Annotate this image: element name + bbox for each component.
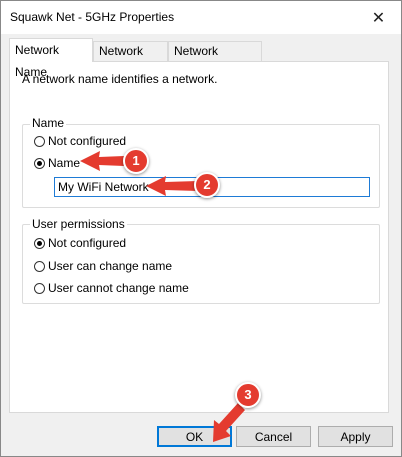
name-group-legend: Name [30,116,67,130]
close-icon[interactable]: ✕ [356,1,401,34]
radio-perm-can-change[interactable]: User can change name [34,258,172,274]
radio-label: Not configured [48,236,127,250]
description-text: A network name identifies a network. [22,72,218,86]
radio-button[interactable] [34,157,45,169]
radio-name-not-configured[interactable]: Not configured [34,133,126,149]
window-title: Squawk Net - 5GHz Properties [10,10,175,24]
tab-network-icon[interactable]: Network Icon [93,41,168,77]
radio-perm-cannot-change[interactable]: User cannot change name [34,280,189,296]
radio-button[interactable] [34,237,45,249]
radio-button[interactable] [34,135,45,147]
radio-button[interactable] [34,282,45,294]
radio-label: Name [48,156,81,170]
annotation-badge-3: 3 [235,382,261,408]
radio-button[interactable] [34,260,45,272]
ok-button[interactable]: OK [157,426,232,447]
user-permissions-legend: User permissions [30,217,127,231]
radio-label: Not configured [48,134,127,148]
radio-label: User cannot change name [48,281,189,295]
radio-perm-not-configured[interactable]: Not configured [34,235,126,251]
apply-button[interactable]: Apply [318,426,393,447]
title-bar: Squawk Net - 5GHz Properties ✕ [1,1,401,34]
radio-label: User can change name [48,259,173,273]
tab-network-location[interactable]: Network Location [168,41,262,77]
radio-name-configured[interactable]: Name [34,155,80,171]
tab-network-name[interactable]: Network Name [9,38,93,79]
cancel-button[interactable]: Cancel [236,426,311,447]
annotation-badge-2: 2 [194,172,220,198]
annotation-badge-1: 1 [123,148,149,174]
